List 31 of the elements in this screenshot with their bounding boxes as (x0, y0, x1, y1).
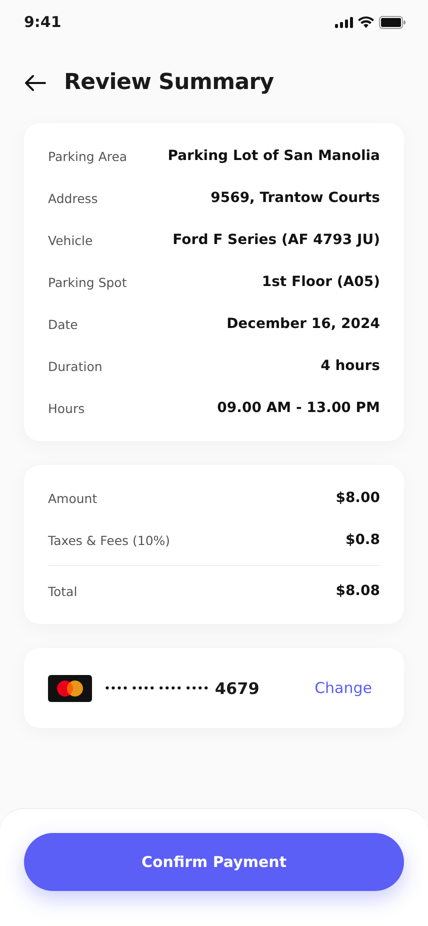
wifi-icon (358, 16, 374, 28)
detail-label: Hours (48, 400, 85, 416)
card-logo-icon (48, 674, 92, 702)
price-label: Taxes & Fees (10%) (48, 532, 170, 548)
total-label: Total (48, 584, 78, 598)
signal-icon (335, 16, 353, 28)
detail-label: Parking Spot (48, 274, 127, 290)
detail-label: Duration (48, 358, 102, 374)
back-button[interactable] (24, 74, 46, 92)
detail-value: Parking Lot of San Manolia (168, 148, 380, 164)
card-number-mask: •••• •••• •••• •••• (104, 682, 209, 694)
detail-value: 4 hours (320, 358, 380, 374)
detail-label: Parking Area (48, 148, 128, 164)
change-link[interactable]: Change (314, 679, 380, 697)
confirm-payment-button[interactable]: Confirm Payment (24, 833, 404, 891)
status-time: 9:41 (24, 13, 62, 31)
price-value: $0.8 (345, 532, 380, 548)
total-value: $8.08 (336, 583, 380, 599)
detail-value: Ford F Series (AF 4793 JU) (172, 232, 380, 248)
price-value: $8.00 (336, 490, 380, 506)
detail-value: 9569, Trantow Courts (210, 190, 380, 206)
price-label: Amount (48, 490, 98, 506)
detail-label: Vehicle (48, 232, 93, 248)
page-title: Review Summary (64, 70, 274, 95)
detail-value: 09.00 AM - 13.00 PM (217, 400, 380, 416)
detail-value: December 16, 2024 (226, 316, 380, 332)
detail-value: 1st Floor (A05) (262, 274, 380, 290)
card-last-digits: 4679 (214, 678, 260, 698)
detail-label: Address (48, 190, 98, 206)
detail-label: Date (48, 316, 78, 332)
battery-icon (379, 16, 406, 28)
